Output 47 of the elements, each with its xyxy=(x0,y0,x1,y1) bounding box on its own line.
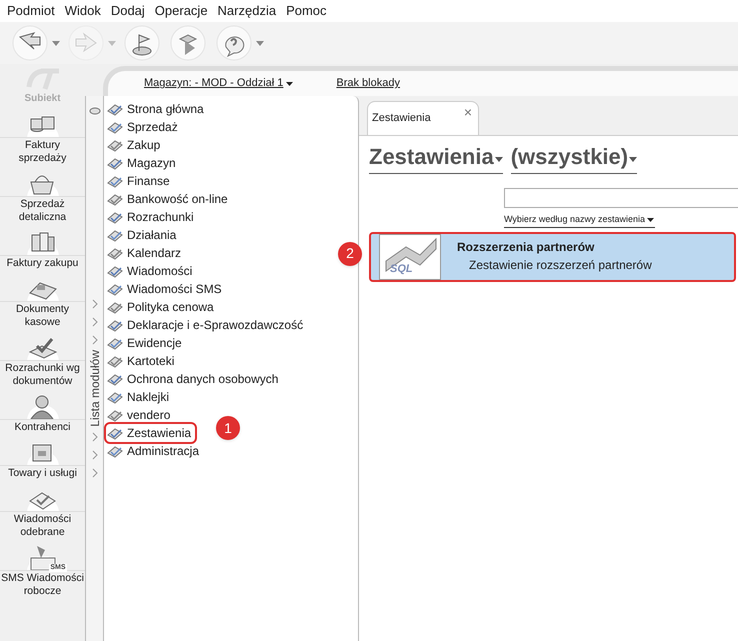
module-item[interactable]: Działania xyxy=(106,226,180,244)
sidebar-button[interactable]: Dokumenty kasowe xyxy=(0,273,85,329)
sidebar-button[interactable]: Faktury zakupu xyxy=(0,227,85,270)
module-item[interactable]: Finanse xyxy=(106,172,174,190)
icon-label: SQL xyxy=(390,262,413,277)
sidebar-button[interactable]: Wiadomości odebrane xyxy=(0,483,85,539)
sidebar-button[interactable]: Rozrachunki wg dokumentów xyxy=(0,332,85,388)
module-item[interactable]: Deklaracje i e-Sprawozdawczość xyxy=(106,316,308,334)
module-item[interactable]: Rozrachunki xyxy=(106,208,198,226)
module-item[interactable]: vendero xyxy=(106,406,174,424)
sidebar-button[interactable]: Kontrahenci xyxy=(0,391,85,434)
menu-item[interactable]: Podmiot xyxy=(2,1,60,21)
lock-status-link[interactable]: Brak blokady xyxy=(336,75,400,92)
module-item[interactable]: Polityka cenowa xyxy=(106,298,218,316)
menu-item[interactable]: Dodaj xyxy=(106,1,150,21)
module-item[interactable]: Magazyn xyxy=(106,154,180,172)
close-button[interactable]: × xyxy=(464,102,472,123)
module-item[interactable]: Kalendarz xyxy=(106,244,186,262)
module-item[interactable]: Ewidencje xyxy=(106,334,186,352)
report-description: Zestawienie rozszerzeń partnerów xyxy=(468,256,652,274)
report-category-dropdown[interactable]: Zestawienia xyxy=(369,140,503,174)
module-item[interactable]: Bankowość on-line xyxy=(106,190,232,208)
module-item[interactable]: Wiadomości xyxy=(106,262,196,280)
report-filter-dropdown[interactable]: (wszystkie) xyxy=(510,140,638,174)
module-item[interactable]: Ochrona danych osobowych xyxy=(106,370,282,388)
sidebar-button[interactable]: Faktury sprzedaży xyxy=(0,109,85,165)
module-item[interactable]: Sprzedaż xyxy=(106,118,182,136)
menu-item[interactable]: Pomoc xyxy=(281,1,332,21)
module-item[interactable]: Zakup xyxy=(106,136,164,154)
module-list-label[interactable]: Lista modułów xyxy=(86,350,104,427)
menu-item[interactable]: Widok xyxy=(60,1,106,21)
warehouse-dropdown[interactable]: Magazyn: - MOD - Oddział 1 xyxy=(144,75,294,92)
menu-item[interactable]: Narzędzia xyxy=(212,1,282,21)
search-mode-dropdown[interactable]: Wybierz według nazwy zestawienia xyxy=(504,213,655,228)
module-item[interactable]: Kartoteki xyxy=(106,352,178,370)
module-item[interactable]: Zestawienia xyxy=(106,424,196,442)
logo-text: Subiekt xyxy=(24,92,61,106)
tab[interactable]: Zestawienia × xyxy=(367,101,479,135)
report-title: Rozszerzenia partnerów xyxy=(457,238,596,256)
module-item[interactable]: Administracja xyxy=(106,442,204,460)
sidebar-button[interactable]: Towary i usługi xyxy=(0,437,85,480)
callout-badge: 1 xyxy=(216,416,240,440)
sidebar-button[interactable]: Sprzedaż detaliczna xyxy=(0,168,85,224)
module-item[interactable]: Strona główna xyxy=(106,100,208,118)
module-item[interactable]: Naklejki xyxy=(106,388,174,406)
menu-item[interactable]: Operacje xyxy=(150,1,213,21)
module-item[interactable]: Wiadomości SMS xyxy=(106,280,226,298)
